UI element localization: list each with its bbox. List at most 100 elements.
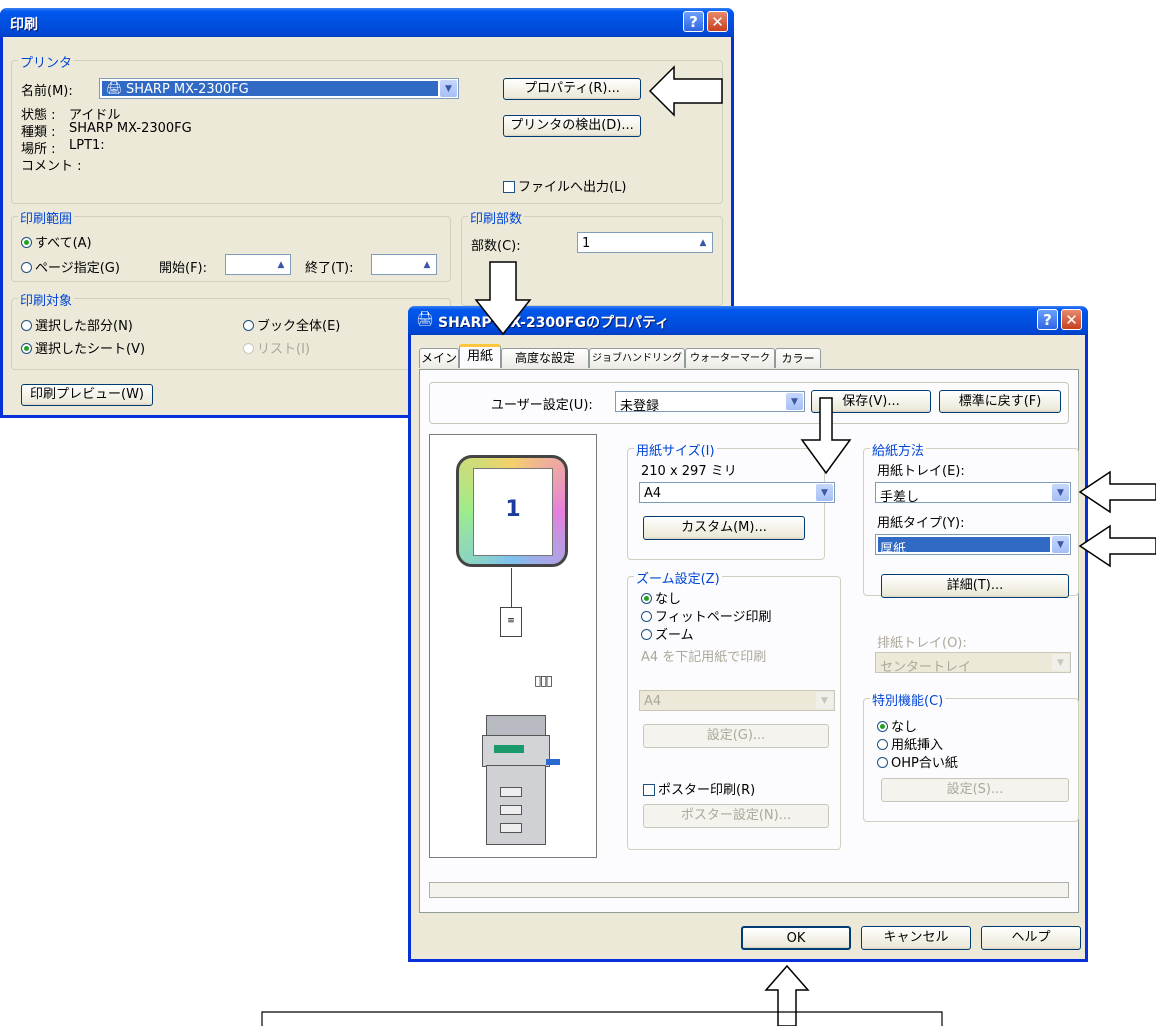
paper-source-label: 給紙方法 bbox=[870, 440, 927, 459]
zoom-none-label: なし bbox=[655, 592, 682, 607]
close-button[interactable]: ✕ bbox=[707, 11, 728, 32]
target-list-label: リスト(I) bbox=[257, 342, 310, 357]
zoom-fit-radio[interactable]: フィットページ印刷 bbox=[641, 606, 771, 625]
checkbox-icon bbox=[643, 784, 655, 796]
tab-watermark[interactable]: ウォーターマーク bbox=[685, 348, 775, 368]
paper-type-select[interactable]: 厚紙 ▼ bbox=[875, 534, 1071, 557]
print-dialog-title: 印刷 bbox=[10, 17, 38, 33]
tray-select[interactable]: 手差し ▼ bbox=[875, 482, 1071, 505]
zoom-zoom-label: ズーム bbox=[655, 628, 694, 643]
details-button[interactable]: 詳細(T)... bbox=[881, 574, 1069, 598]
range-all-radio[interactable]: すべて(A) bbox=[21, 232, 92, 251]
type-value: SHARP MX-2300FG bbox=[69, 121, 192, 136]
callout-bracket bbox=[261, 1011, 943, 1026]
copies-group: 印刷部数 bbox=[461, 208, 723, 306]
special-none-radio[interactable]: なし bbox=[877, 716, 917, 735]
printer-small-icon: 🖨 bbox=[416, 311, 434, 327]
print-to-file-label: ファイルへ出力(L) bbox=[518, 180, 627, 195]
tab-job-handling[interactable]: ジョブハンドリング bbox=[589, 348, 685, 368]
print-preview-button[interactable]: 印刷プレビュー(W) bbox=[21, 384, 153, 406]
tab-color[interactable]: カラー bbox=[775, 348, 821, 368]
spinner-icon[interactable]: ▲ bbox=[695, 234, 711, 251]
special-features-label: 特別機能(C) bbox=[870, 690, 946, 709]
special-settings-button[interactable]: 設定(S)... bbox=[881, 778, 1069, 802]
help-button[interactable]: ? bbox=[1037, 309, 1058, 330]
zoom-paper-select[interactable]: A4 ▼ bbox=[639, 690, 835, 711]
chevron-down-icon[interactable]: ▼ bbox=[786, 393, 803, 410]
custom-size-button[interactable]: カスタム(M)... bbox=[643, 516, 805, 540]
target-workbook-radio[interactable]: ブック全体(E) bbox=[243, 315, 340, 334]
zoom-fit-label: フィットページ印刷 bbox=[655, 610, 772, 625]
special-insert-label: 用紙挿入 bbox=[891, 738, 944, 753]
page-preview-frame: 1 bbox=[456, 455, 568, 567]
range-all-label: すべて(A) bbox=[35, 236, 92, 251]
user-setting-select[interactable]: 未登録 ▼ bbox=[615, 391, 805, 414]
close-button[interactable]: ✕ bbox=[1061, 309, 1082, 330]
special-ohp-radio[interactable]: OHP合い紙 bbox=[877, 752, 958, 771]
print-to-file-checkbox[interactable]: ファイルへ出力(L) bbox=[503, 176, 626, 195]
find-printer-button[interactable]: プリンタの検出(D)... bbox=[503, 115, 641, 137]
paper-type-label: 用紙タイプ(Y): bbox=[877, 516, 965, 531]
zoom-settings-button[interactable]: 設定(G)... bbox=[643, 724, 829, 748]
radio-icon bbox=[243, 343, 254, 354]
print-preview-button-label: 印刷プレビュー(W) bbox=[30, 387, 144, 402]
custom-size-button-label: カスタム(M)... bbox=[681, 520, 767, 535]
chevron-down-icon[interactable]: ▼ bbox=[1052, 484, 1069, 501]
chevron-down-icon[interactable]: ▼ bbox=[1052, 536, 1069, 553]
radio-icon bbox=[877, 739, 888, 750]
paper-size-select[interactable]: A4 ▼ bbox=[639, 482, 835, 503]
spinner-icon[interactable]: ▲ bbox=[273, 256, 289, 273]
copies-input[interactable]: 1 ▲ bbox=[577, 232, 713, 253]
user-setting-value: 未登録 bbox=[620, 399, 660, 414]
save-button[interactable]: 保存(V)... bbox=[811, 390, 931, 413]
stacked-pages-icon: ▯▯▯ bbox=[534, 673, 553, 689]
target-sheet-radio[interactable]: 選択したシート(V) bbox=[21, 338, 145, 357]
tab-paper[interactable]: 用紙 bbox=[459, 344, 501, 368]
page-number: 1 bbox=[505, 497, 521, 522]
tray-value: 手差し bbox=[880, 490, 920, 505]
poster-settings-button[interactable]: ポスター設定(N)... bbox=[643, 804, 829, 828]
from-page-input[interactable]: ▲ bbox=[225, 254, 291, 275]
target-selection-label: 選択した部分(N) bbox=[35, 319, 133, 334]
target-selection-radio[interactable]: 選択した部分(N) bbox=[21, 315, 133, 334]
zoom-settings-label: ズーム設定(Z) bbox=[634, 568, 722, 587]
chevron-down-icon[interactable]: ▼ bbox=[816, 692, 833, 709]
help-dialog-button[interactable]: ヘルプ bbox=[981, 926, 1081, 950]
paper-size-label: 用紙サイズ(I) bbox=[634, 440, 717, 459]
cancel-button[interactable]: キャンセル bbox=[861, 926, 971, 950]
output-tray-select[interactable]: センタートレイ ▼ bbox=[875, 652, 1071, 675]
special-none-label: なし bbox=[891, 720, 918, 735]
poster-print-checkbox[interactable]: ポスター印刷(R) bbox=[643, 779, 755, 798]
help-button[interactable]: ? bbox=[683, 11, 704, 32]
arrow-left-icon bbox=[1078, 524, 1156, 568]
range-pages-label: ページ指定(G) bbox=[35, 261, 120, 276]
ok-button[interactable]: OK bbox=[741, 926, 851, 950]
checkbox-icon bbox=[503, 181, 515, 193]
tab-main[interactable]: メイン bbox=[419, 348, 459, 368]
arrow-up-icon bbox=[764, 964, 810, 1026]
printer-name-select[interactable]: 🖨 SHARP MX-2300FG ▼ bbox=[99, 78, 459, 99]
to-page-input[interactable]: ▲ bbox=[371, 254, 437, 275]
target-list-radio[interactable]: リスト(I) bbox=[243, 338, 310, 357]
paper-type-value: 厚紙 bbox=[880, 542, 907, 557]
target-sheet-label: 選択したシート(V) bbox=[35, 342, 146, 357]
from-label: 開始(F): bbox=[159, 261, 208, 276]
properties-dialog: 🖨 SHARP MX-2300FGのプロパティ ? ✕ メイン 用紙 高度な設定… bbox=[408, 306, 1088, 962]
print-target-label: 印刷対象 bbox=[18, 290, 75, 309]
radio-icon bbox=[21, 320, 32, 331]
chevron-down-icon[interactable]: ▼ bbox=[1052, 654, 1069, 671]
restore-default-button[interactable]: 標準に戻す(F) bbox=[939, 390, 1061, 413]
properties-button[interactable]: プロパティ(R)... bbox=[503, 78, 641, 100]
zoom-description: A4 を下記用紙で印刷 bbox=[641, 650, 767, 665]
poster-print-label: ポスター印刷(R) bbox=[658, 783, 756, 798]
tab-advanced[interactable]: 高度な設定 bbox=[501, 348, 589, 368]
chevron-down-icon[interactable]: ▼ bbox=[816, 484, 833, 501]
chevron-down-icon[interactable]: ▼ bbox=[440, 80, 457, 97]
zoom-zoom-radio[interactable]: ズーム bbox=[641, 624, 694, 643]
printer-icon: 🖨 bbox=[106, 81, 123, 96]
connector-line bbox=[511, 568, 512, 608]
spinner-icon[interactable]: ▲ bbox=[419, 256, 435, 273]
special-insert-radio[interactable]: 用紙挿入 bbox=[877, 734, 943, 753]
range-pages-radio[interactable]: ページ指定(G) bbox=[21, 257, 120, 276]
zoom-none-radio[interactable]: なし bbox=[641, 588, 681, 607]
